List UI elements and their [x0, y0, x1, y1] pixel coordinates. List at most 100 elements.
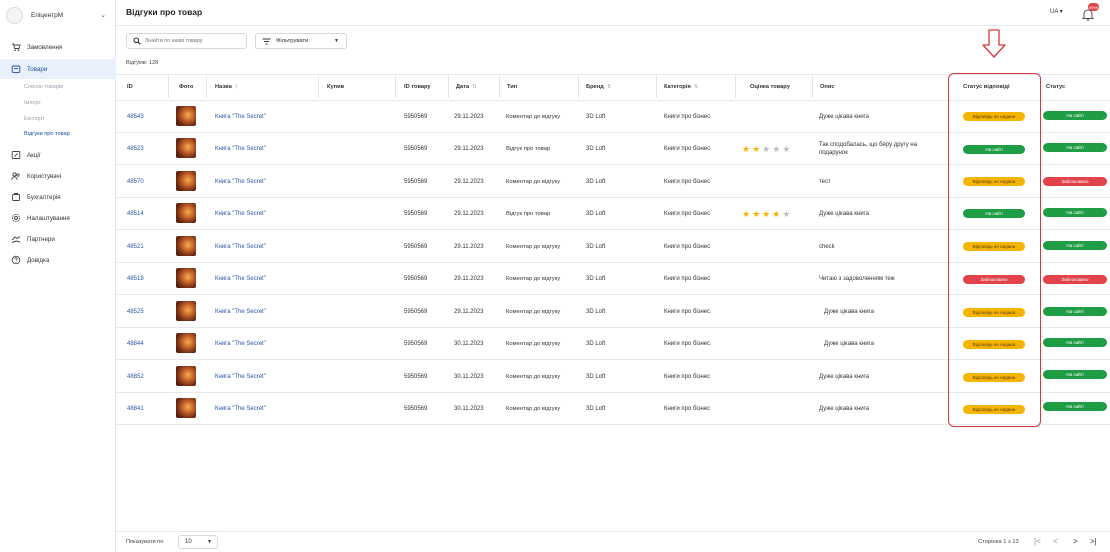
- product-name-link[interactable]: Книга "The Secret": [215, 296, 266, 328]
- col-header-id[interactable]: ID: [127, 84, 133, 90]
- search-input[interactable]: [145, 38, 245, 44]
- review-type: Коментар до відгуку: [506, 275, 561, 282]
- sort-icon[interactable]: ⇅: [607, 84, 612, 90]
- store-switcher[interactable]: ЕпіцентрМ ⌄: [6, 6, 110, 24]
- page-title: Відгуки про товар: [126, 7, 203, 17]
- search-box[interactable]: [126, 33, 247, 49]
- filter-label: Фільтрувати: [276, 38, 309, 44]
- header-divider: [116, 25, 1110, 26]
- review-id-link[interactable]: 48518: [127, 263, 144, 295]
- status-badge[interactable]: На сайті: [1043, 111, 1107, 120]
- status-badge[interactable]: На сайті: [1043, 370, 1107, 379]
- product-name-link[interactable]: Книга "The Secret": [215, 393, 266, 425]
- product-name-link[interactable]: Книга "The Secret": [215, 101, 266, 133]
- product-name-link[interactable]: Книга "The Secret": [215, 166, 266, 198]
- brand: 3D Loft: [586, 276, 606, 282]
- product-name-link[interactable]: Книга "The Secret": [215, 328, 266, 360]
- sidebar-item-help[interactable]: Довідка: [0, 250, 116, 270]
- product-id: 5950569: [404, 406, 428, 412]
- col-divider: [448, 76, 449, 98]
- sidebar-item-settings[interactable]: Налаштування: [0, 208, 116, 228]
- review-description: Дуже цікава книга: [819, 374, 869, 380]
- sidebar-item-products[interactable]: Товари: [0, 59, 116, 79]
- language-switcher[interactable]: UA ▾: [1050, 8, 1063, 15]
- submenu-product-list[interactable]: Список товарів: [24, 84, 63, 90]
- sidebar-item-label: Користувачі: [27, 172, 62, 180]
- review-id-link[interactable]: 48570: [127, 166, 144, 198]
- category: Книги про бізнес: [664, 309, 711, 315]
- review-date: 29.11.2023: [454, 114, 484, 120]
- submenu-export[interactable]: Експорт: [24, 116, 45, 122]
- status-badge[interactable]: На сайті: [1043, 241, 1107, 250]
- status-badge[interactable]: На сайті: [1043, 338, 1107, 347]
- next-page-icon[interactable]: >: [1073, 537, 1078, 546]
- review-date: 30.11.2023: [454, 341, 484, 347]
- handshake-icon: [10, 233, 22, 245]
- product-photo: [176, 333, 196, 353]
- sidebar-item-partners[interactable]: Партнери: [0, 229, 116, 249]
- col-header-description: Опис: [820, 84, 835, 90]
- star-filled-icon: ★: [742, 144, 753, 154]
- review-id-link[interactable]: 48852: [127, 361, 144, 393]
- product-id: 5950569: [404, 211, 428, 217]
- product-name-link[interactable]: Книга "The Secret": [215, 133, 266, 165]
- review-type: Відгук про товар: [506, 210, 551, 217]
- brand: 3D Loft: [586, 211, 606, 217]
- star-filled-icon: ★: [762, 209, 773, 219]
- col-header-brand[interactable]: Бренд ⇅: [586, 84, 612, 90]
- col-header-type: Тип: [507, 84, 518, 90]
- first-page-icon[interactable]: |<: [1034, 537, 1041, 546]
- review-date: 30.11.2023: [454, 406, 484, 412]
- product-name-link[interactable]: Книга "The Secret": [215, 361, 266, 393]
- status-badge[interactable]: Заблоковано: [1043, 177, 1107, 186]
- col-header-name[interactable]: Назва ↑: [215, 84, 238, 90]
- status-badge[interactable]: На сайті: [1043, 208, 1107, 217]
- col-header-date[interactable]: Дата ⇅: [456, 84, 477, 90]
- sidebar-item-label: Товари: [27, 65, 48, 73]
- brand: 3D Loft: [586, 179, 606, 185]
- product-name-link[interactable]: Книга "The Secret": [215, 198, 266, 230]
- review-id-link[interactable]: 48523: [127, 133, 144, 165]
- col-header-category[interactable]: Категорія ⇅: [664, 84, 699, 90]
- submenu-import[interactable]: Імпорт: [24, 100, 41, 106]
- review-id-link[interactable]: 48525: [127, 296, 144, 328]
- review-id-link[interactable]: 48841: [127, 393, 144, 425]
- status-badge[interactable]: На сайті: [1043, 143, 1107, 152]
- review-date: 30.11.2023: [454, 374, 484, 380]
- box-icon: [10, 63, 22, 75]
- product-name-link[interactable]: Книга "The Secret": [215, 231, 266, 263]
- filter-button[interactable]: Фільтрувати ▼: [255, 33, 347, 49]
- product-name-link[interactable]: Книга "The Secret": [215, 263, 266, 295]
- status-badge[interactable]: Заблоковано: [1043, 275, 1107, 284]
- review-type: Коментар до відгуку: [506, 243, 561, 250]
- review-id-link[interactable]: 48844: [127, 328, 144, 360]
- sort-asc-icon[interactable]: ↑: [235, 84, 238, 90]
- last-page-icon[interactable]: >|: [1090, 537, 1097, 546]
- col-divider: [735, 76, 736, 98]
- review-id-link[interactable]: 48514: [127, 198, 144, 230]
- per-page-select[interactable]: 10 ▼: [178, 535, 218, 549]
- sidebar-item-orders[interactable]: Замовлення: [0, 37, 116, 57]
- sidebar: ЕпіцентрМ ⌄ Замовлення Товари Список тов…: [0, 0, 116, 552]
- product-photo: [176, 171, 196, 191]
- sort-icon[interactable]: ⇅: [472, 84, 477, 90]
- review-type: Коментар до відгуку: [506, 178, 561, 185]
- status-badge[interactable]: На сайті: [1043, 402, 1107, 411]
- sidebar-item-users[interactable]: Користувачі: [0, 166, 116, 186]
- brand: 3D Loft: [586, 406, 606, 412]
- users-icon: [10, 170, 22, 182]
- product-photo: [176, 138, 196, 158]
- col-divider: [168, 76, 169, 98]
- submenu-reviews[interactable]: Відгуки про товар: [24, 131, 70, 137]
- sidebar-item-accounting[interactable]: Бухгалтерія: [0, 187, 116, 207]
- review-id-link[interactable]: 48521: [127, 231, 144, 263]
- prev-page-icon[interactable]: <: [1053, 537, 1058, 546]
- col-divider: [395, 76, 396, 98]
- review-description: Дуже цікава книга: [824, 341, 874, 347]
- notifications-button[interactable]: 9999: [1082, 3, 1099, 21]
- sort-icon[interactable]: ⇅: [694, 84, 699, 90]
- sidebar-item-promotions[interactable]: Акції: [0, 145, 116, 165]
- col-divider: [318, 76, 319, 98]
- review-id-link[interactable]: 48543: [127, 101, 144, 133]
- status-badge[interactable]: На сайті: [1043, 307, 1107, 316]
